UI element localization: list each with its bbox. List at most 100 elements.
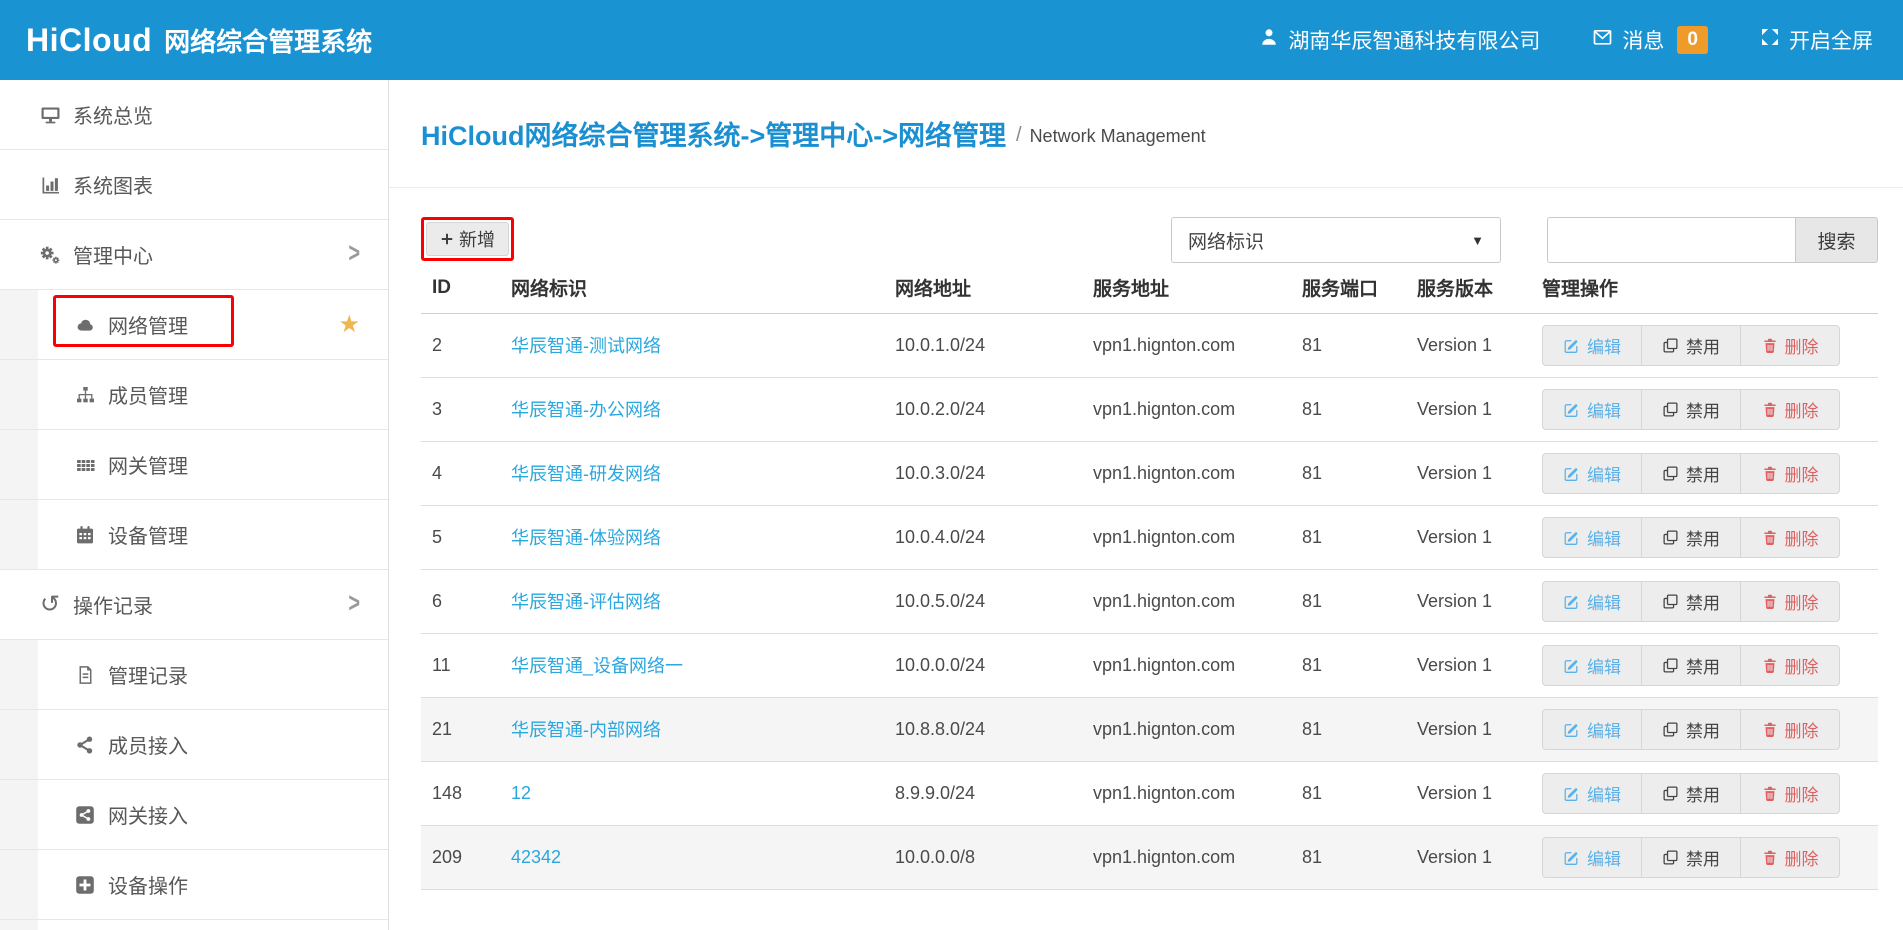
trash-icon	[1762, 593, 1778, 610]
edit-button[interactable]: 编辑	[1542, 709, 1642, 750]
gears-icon	[37, 245, 63, 265]
cell-id: 6	[421, 569, 511, 633]
messages-count-badge: 0	[1677, 26, 1708, 54]
sidebar-item-device-operations[interactable]: 设备操作	[0, 850, 388, 920]
edit-button[interactable]: 编辑	[1542, 581, 1642, 622]
search-button[interactable]: 搜索	[1795, 217, 1878, 263]
disable-button[interactable]: 禁用	[1641, 645, 1741, 686]
network-name-link[interactable]: 华辰智通-办公网络	[511, 400, 661, 420]
table-row: 4 华辰智通-研发网络 10.0.3.0/24 vpn1.hignton.com…	[421, 441, 1878, 505]
table-row: 11 华辰智通_设备网络一 10.0.0.0/24 vpn1.hignton.c…	[421, 633, 1878, 697]
breadcrumb: HiCloud网络综合管理系统->管理中心->网络管理 / Network Ma…	[389, 80, 1903, 188]
fullscreen-toggle[interactable]: 开启全屏	[1760, 25, 1873, 55]
messages-menu[interactable]: 消息 0	[1592, 25, 1708, 55]
disable-button[interactable]: 禁用	[1641, 581, 1741, 622]
edit-button[interactable]: 编辑	[1542, 645, 1642, 686]
delete-button[interactable]: 删除	[1740, 517, 1840, 558]
table-row: 6 华辰智通-评估网络 10.0.5.0/24 vpn1.hignton.com…	[421, 569, 1878, 633]
table-row: 148 12 8.9.9.0/24 vpn1.hignton.com 81 Ve…	[421, 761, 1878, 825]
network-name-link[interactable]: 华辰智通-体验网络	[511, 528, 661, 548]
disable-button[interactable]: 禁用	[1641, 709, 1741, 750]
edit-button[interactable]: 编辑	[1542, 453, 1642, 494]
delete-button[interactable]: 删除	[1740, 645, 1840, 686]
sidebar-item-admin-center[interactable]: 管理中心 >	[0, 220, 388, 290]
delete-button[interactable]: 删除	[1740, 581, 1840, 622]
edit-icon	[1563, 721, 1580, 738]
cell-service-version: Version 1	[1417, 377, 1542, 441]
table-row: 21 华辰智通-内部网络 10.8.8.0/24 vpn1.hignton.co…	[421, 697, 1878, 761]
delete-button[interactable]: 删除	[1740, 453, 1840, 494]
bar-chart-icon	[37, 175, 63, 195]
brand-name: HiCloud	[26, 22, 152, 59]
edit-icon	[1563, 785, 1580, 802]
disable-button[interactable]: 禁用	[1641, 837, 1741, 878]
cell-service-version: Version 1	[1417, 441, 1542, 505]
fullscreen-icon	[1760, 27, 1780, 53]
add-button[interactable]: 新增	[426, 222, 509, 256]
table-row: 209 42342 10.0.0.0/8 vpn1.hignton.com 81…	[421, 825, 1878, 889]
sidebar-item-system-overview[interactable]: 系统总览	[0, 80, 388, 150]
network-name-link[interactable]: 华辰智通-评估网络	[511, 592, 661, 612]
cell-service-address: vpn1.hignton.com	[1093, 377, 1302, 441]
network-name-link[interactable]: 华辰智通_设备网络一	[511, 656, 683, 676]
disable-button[interactable]: 禁用	[1641, 773, 1741, 814]
edit-icon	[1563, 401, 1580, 418]
annotation-box-add-button: 新增	[421, 217, 514, 261]
cell-service-port: 81	[1302, 313, 1417, 377]
sidebar-item-label: 设备管理	[108, 520, 188, 549]
sidebar-item-device-management[interactable]: 设备管理	[0, 500, 388, 570]
sidebar-item-gateway-management[interactable]: 网关管理	[0, 430, 388, 500]
disable-button[interactable]: 禁用	[1641, 517, 1741, 558]
disable-button[interactable]: 禁用	[1641, 325, 1741, 366]
edit-button[interactable]: 编辑	[1542, 325, 1642, 366]
network-name-link[interactable]: 华辰智通-内部网络	[511, 720, 661, 740]
cell-network-address: 10.0.5.0/24	[895, 569, 1093, 633]
sidebar-item-network-management[interactable]: 网络管理 ★	[0, 290, 388, 360]
filter-field-select[interactable]: 网络标识 ▼	[1171, 217, 1501, 263]
favorite-star-icon[interactable]: ★	[338, 310, 360, 339]
sidebar-item-operation-records[interactable]: ↺ 操作记录 >	[0, 570, 388, 640]
network-name-link[interactable]: 12	[511, 783, 531, 803]
cell-service-version: Version 1	[1417, 761, 1542, 825]
sidebar-item-label: 设备操作	[108, 870, 188, 899]
cloud-icon	[72, 315, 98, 335]
sidebar-item-system-charts[interactable]: 系统图表	[0, 150, 388, 220]
search-input[interactable]	[1547, 217, 1795, 263]
network-name-link[interactable]: 华辰智通-研发网络	[511, 464, 661, 484]
main-content: HiCloud网络综合管理系统->管理中心->网络管理 / Network Ma…	[389, 80, 1903, 930]
disable-button[interactable]: 禁用	[1641, 453, 1741, 494]
disable-icon	[1662, 529, 1679, 546]
cell-id: 209	[421, 825, 511, 889]
edit-button[interactable]: 编辑	[1542, 837, 1642, 878]
network-name-link[interactable]: 华辰智通-测试网络	[511, 336, 661, 356]
edit-button[interactable]: 编辑	[1542, 517, 1642, 558]
delete-button[interactable]: 删除	[1740, 389, 1840, 430]
sidebar-item-label: 网关管理	[108, 450, 188, 479]
disable-icon	[1662, 849, 1679, 866]
breadcrumb-subtitle: Network Management	[1030, 126, 1206, 147]
edit-button[interactable]: 编辑	[1542, 773, 1642, 814]
col-header-version: 服务版本	[1417, 263, 1542, 313]
sidebar-item-member-management[interactable]: 成员管理	[0, 360, 388, 430]
delete-button[interactable]: 删除	[1740, 837, 1840, 878]
disable-button[interactable]: 禁用	[1641, 389, 1741, 430]
edit-button[interactable]: 编辑	[1542, 389, 1642, 430]
delete-button[interactable]: 删除	[1740, 773, 1840, 814]
caret-down-icon: ▼	[1471, 233, 1484, 248]
cell-service-version: Version 1	[1417, 505, 1542, 569]
cell-service-version: Version 1	[1417, 569, 1542, 633]
trash-icon	[1762, 849, 1778, 866]
sidebar-item-gateway-access[interactable]: 网关接入	[0, 780, 388, 850]
network-name-link[interactable]: 42342	[511, 847, 561, 867]
cell-id: 21	[421, 697, 511, 761]
delete-button[interactable]: 删除	[1740, 709, 1840, 750]
trash-icon	[1762, 401, 1778, 418]
cell-service-port: 81	[1302, 377, 1417, 441]
delete-button[interactable]: 删除	[1740, 325, 1840, 366]
company-menu[interactable]: 湖南华辰智通科技有限公司	[1259, 25, 1540, 55]
disable-icon	[1662, 785, 1679, 802]
trash-icon	[1762, 721, 1778, 738]
sidebar-item-admin-records[interactable]: 管理记录	[0, 640, 388, 710]
toolbar: 新增 网络标识 ▼ 搜索	[421, 217, 1878, 263]
sidebar-item-member-access[interactable]: 成员接入	[0, 710, 388, 780]
